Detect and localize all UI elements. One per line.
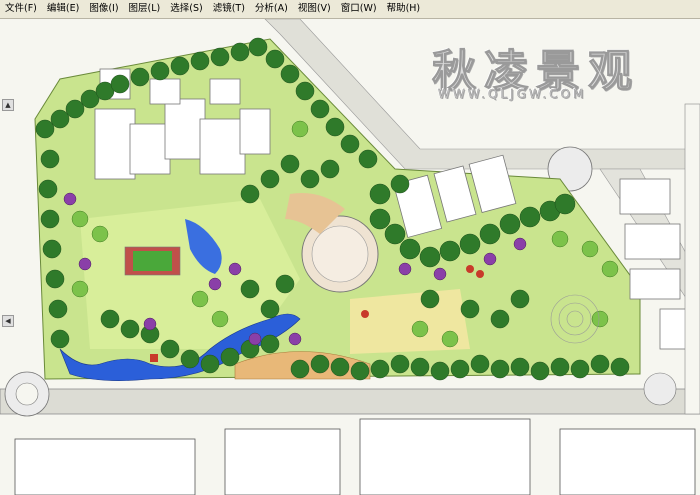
menu-file[interactable]: 文件(F) xyxy=(0,0,42,18)
menu-image[interactable]: 图像(I) xyxy=(84,0,123,18)
image-canvas[interactable]: 秋凌景观 WWW.QLJGW.COM xyxy=(0,19,700,495)
menu-analysis[interactable]: 分析(A) xyxy=(250,0,293,18)
menu-view[interactable]: 视图(V) xyxy=(293,0,336,18)
menu-edit[interactable]: 编辑(E) xyxy=(42,0,84,18)
menu-layer[interactable]: 图层(L) xyxy=(124,0,166,18)
menu-filter[interactable]: 滤镜(T) xyxy=(208,0,250,18)
watermark-url: WWW.QLJGW.COM xyxy=(438,87,587,102)
scroll-left-icon[interactable]: ◀ xyxy=(2,315,14,327)
menu-select[interactable]: 选择(S) xyxy=(165,0,207,18)
menu-bar: 文件(F) 编辑(E) 图像(I) 图层(L) 选择(S) 滤镜(T) 分析(A) 视图(V)… xyxy=(0,0,700,19)
menu-help[interactable]: 帮助(H) xyxy=(382,0,426,18)
scroll-up-icon[interactable]: ▲ xyxy=(2,99,14,111)
menu-window[interactable]: 窗口(W) xyxy=(336,0,382,18)
